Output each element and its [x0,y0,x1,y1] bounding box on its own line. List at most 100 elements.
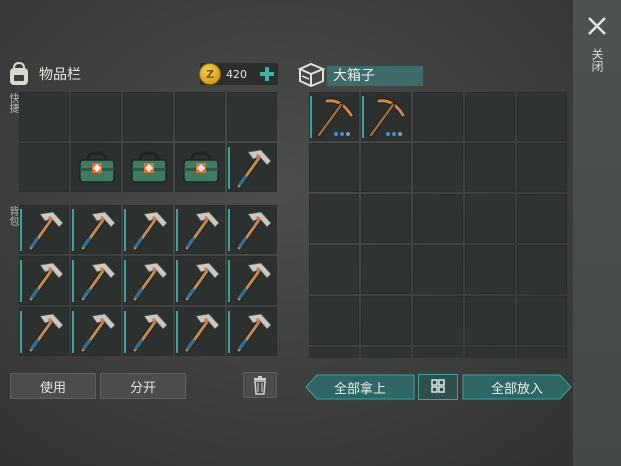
coin-amount: 420 [226,67,247,81]
inventory-slot-hatchet[interactable] [71,205,121,254]
empty-slot[interactable] [309,194,359,243]
durability-bar [228,311,230,353]
empty-slot[interactable] [413,245,463,294]
inventory-slot-hatchet[interactable] [175,256,225,305]
chest-grid [309,92,567,358]
hatchet-icon [132,262,168,302]
empty-slot[interactable] [465,143,515,192]
take-all-button[interactable]: 全部拿上 [305,374,415,400]
durability-bar [72,260,74,302]
inventory-slot-medkit[interactable] [71,143,121,192]
quality-dots [334,132,350,136]
durability-bar [20,311,22,353]
inventory-slot-pickaxe[interactable] [361,92,411,141]
empty-slot[interactable] [517,143,567,192]
empty-slot[interactable] [517,245,567,294]
inventory-slot-hatchet[interactable] [227,205,277,254]
hatchet-icon [80,262,116,302]
empty-slot[interactable] [517,347,567,358]
hotbar-grid [19,92,277,192]
empty-slot[interactable] [413,296,463,345]
empty-slot[interactable] [413,92,463,141]
empty-slot[interactable] [309,143,359,192]
durability-bar [228,147,230,189]
trash-button[interactable] [243,372,277,398]
close-panel: 关闭 [573,0,621,466]
inventory-slot-hatchet[interactable] [175,205,225,254]
dot [386,132,390,136]
empty-slot[interactable] [465,245,515,294]
inventory-slot-hatchet[interactable] [71,256,121,305]
dot [392,132,396,136]
hatchet-icon [132,211,168,251]
coin-counter: Z 420 [199,63,278,85]
empty-slot[interactable] [517,194,567,243]
empty-slot[interactable] [465,92,515,141]
empty-slot[interactable] [361,296,411,345]
backpack-grid [19,205,277,356]
inventory-slot-hatchet[interactable] [19,307,69,356]
inventory-slot-hatchet[interactable] [175,307,225,356]
sort-button[interactable] [418,374,458,400]
inventory-slot-hatchet[interactable] [19,205,69,254]
inventory-slot-medkit[interactable] [175,143,225,192]
coin-icon: Z [199,63,221,85]
inventory-slot-hatchet[interactable] [227,143,277,192]
inventory-slot-pickaxe[interactable] [309,92,359,141]
durability-bar [72,311,74,353]
empty-slot[interactable] [413,194,463,243]
empty-slot[interactable] [227,92,277,141]
empty-slot[interactable] [361,143,411,192]
empty-slot[interactable] [361,245,411,294]
add-coins-button[interactable] [258,65,276,83]
durability-bar [228,209,230,251]
empty-slot[interactable] [517,296,567,345]
durability-bar [124,260,126,302]
empty-slot[interactable] [309,347,359,358]
empty-slot[interactable] [465,194,515,243]
empty-slot[interactable] [19,143,69,192]
medkit-icon [131,151,167,183]
dot [398,132,402,136]
hatchet-icon [184,262,220,302]
empty-slot[interactable] [361,347,411,358]
empty-slot[interactable] [465,296,515,345]
inventory-header: 物品栏 [8,62,81,86]
empty-slot[interactable] [309,245,359,294]
hotbar-label: 快捷 [7,93,18,113]
hatchet-icon [28,211,64,251]
inventory-slot-medkit[interactable] [123,143,173,192]
empty-slot[interactable] [123,92,173,141]
durability-bar [20,260,22,302]
empty-slot[interactable] [517,92,567,141]
empty-slot[interactable] [71,92,121,141]
inventory-slot-hatchet[interactable] [19,256,69,305]
put-all-button[interactable]: 全部放入 [462,374,572,400]
dot [334,132,338,136]
split-button[interactable]: 分开 [100,373,186,399]
inventory-slot-hatchet[interactable] [227,307,277,356]
inventory-slot-hatchet[interactable] [123,205,173,254]
empty-slot[interactable] [413,143,463,192]
hatchet-icon [184,313,220,353]
empty-slot[interactable] [309,296,359,345]
inventory-slot-hatchet[interactable] [227,256,277,305]
empty-slot[interactable] [175,92,225,141]
inventory-slot-hatchet[interactable] [123,307,173,356]
close-icon[interactable] [585,14,609,38]
take-all-label: 全部拿上 [333,381,386,397]
hatchet-icon [236,262,272,302]
trash-icon [254,376,266,395]
inventory-slot-hatchet[interactable] [123,256,173,305]
backpack-label: 背包 [7,206,18,226]
empty-slot[interactable] [413,347,463,358]
empty-slot[interactable] [465,347,515,358]
inventory-title: 物品栏 [39,67,81,83]
dot [340,132,344,136]
empty-slot[interactable] [361,194,411,243]
durability-bar [362,96,364,138]
empty-slot[interactable] [19,92,69,141]
hatchet-icon [236,211,272,251]
inventory-slot-hatchet[interactable] [71,307,121,356]
use-button[interactable]: 使用 [10,373,96,399]
